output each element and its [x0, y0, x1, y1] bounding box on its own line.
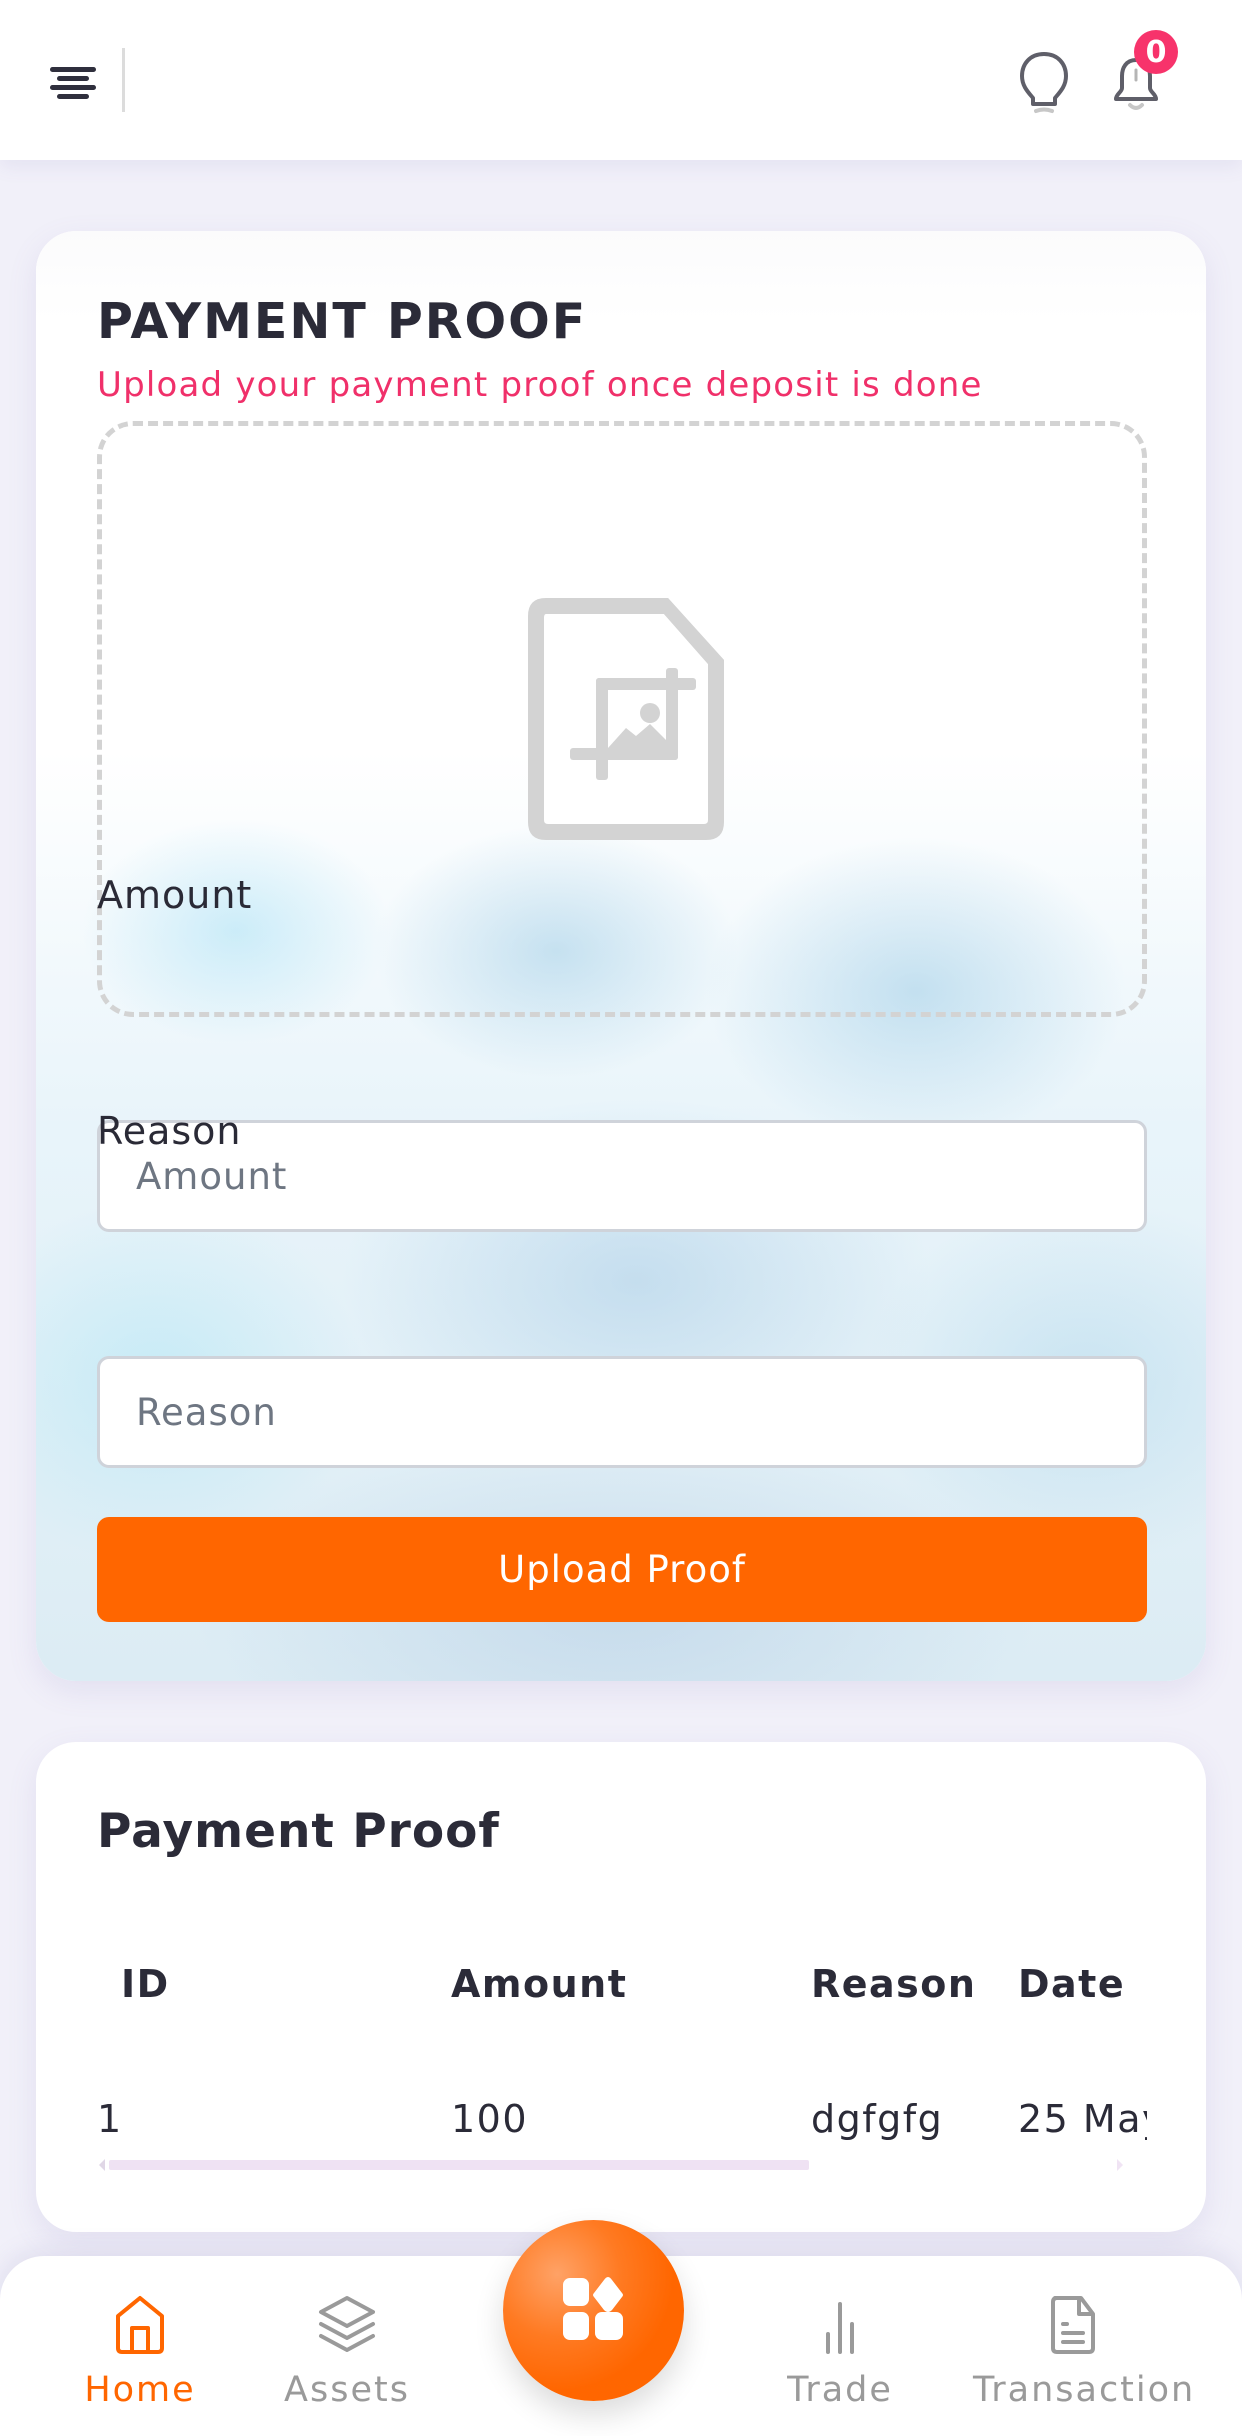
layers-icon — [319, 2296, 375, 2352]
header-divider — [122, 48, 125, 112]
horizontal-scrollbar-thumb[interactable] — [109, 2160, 809, 2170]
upload-card-subtitle: Upload your payment proof once deposit i… — [97, 365, 983, 405]
amount-input[interactable] — [97, 1120, 1147, 1232]
payment-proof-table-card: Payment Proof ID Amount Reason Date 1 10… — [36, 1742, 1206, 2232]
lightbulb-icon[interactable] — [1012, 48, 1076, 116]
column-header-id: ID — [121, 1962, 170, 2006]
nav-label-trade: Trade — [787, 2370, 893, 2410]
document-icon — [1051, 2296, 1095, 2354]
image-file-crop-icon — [528, 598, 724, 840]
cell-amount: 100 — [451, 2097, 529, 2141]
nav-item-trade[interactable]: Trade — [740, 2256, 940, 2436]
cell-id: 1 — [97, 2097, 123, 2141]
scroll-right-arrow[interactable] — [1117, 2159, 1123, 2171]
upload-card-title: PAYMENT PROOF — [97, 293, 588, 350]
payment-proof-table: ID Amount Reason Date 1 100 dgfgfg 25 Ma… — [97, 1942, 1147, 2182]
column-header-reason: Reason — [811, 1962, 977, 2006]
nav-label-transaction: Transaction — [973, 2370, 1196, 2410]
reason-label: Reason — [97, 1109, 242, 1153]
nav-item-transaction[interactable]: Transaction — [973, 2256, 1196, 2436]
top-header: 0 — [0, 0, 1242, 160]
payment-proof-upload-card: PAYMENT PROOF Upload your payment proof … — [36, 231, 1206, 1681]
hamburger-menu-icon[interactable] — [48, 62, 98, 102]
upload-proof-button[interactable]: Upload Proof — [97, 1517, 1147, 1622]
scroll-left-arrow[interactable] — [99, 2159, 105, 2171]
notification-badge: 0 — [1134, 30, 1178, 74]
center-action-button[interactable] — [503, 2220, 684, 2401]
bar-chart-icon — [826, 2302, 854, 2354]
nav-item-assets[interactable]: Assets — [247, 2256, 447, 2436]
home-icon — [116, 2296, 164, 2354]
nav-item-home[interactable]: Home — [40, 2256, 240, 2436]
nav-label-assets: Assets — [284, 2370, 410, 2410]
cell-reason: dgfgfg — [811, 2097, 944, 2141]
apps-grid-icon — [563, 2277, 623, 2340]
column-header-date: Date — [1018, 1962, 1126, 2006]
file-dropzone[interactable] — [97, 421, 1147, 1017]
reason-input[interactable] — [97, 1356, 1147, 1468]
column-header-amount: Amount — [451, 1962, 628, 2006]
cell-date: 25 May — [1018, 2097, 1147, 2141]
nav-label-home: Home — [84, 2370, 196, 2410]
amount-label: Amount — [97, 873, 253, 917]
table-card-title: Payment Proof — [97, 1804, 500, 1859]
